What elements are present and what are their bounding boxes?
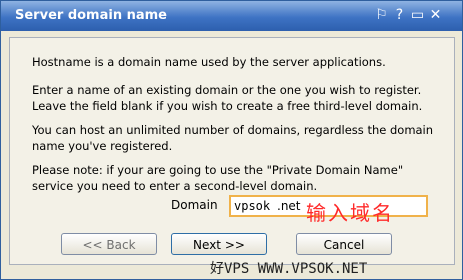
next-button[interactable]: Next >> — [171, 233, 267, 255]
domain-annotation: 输入域名 — [306, 201, 394, 225]
restore-icon[interactable]: ▭ — [409, 6, 426, 24]
close-icon[interactable]: ✕ — [427, 6, 444, 24]
pin-icon[interactable]: ⚐ — [373, 6, 390, 24]
private-domain-note: Please note: if your are going to use th… — [32, 163, 404, 193]
domain-suffix: .net — [277, 199, 301, 213]
dialog-title: Server domain name — [15, 8, 168, 23]
server-domain-dialog: Server domain name ⚐ ? ▭ ✕ Hostname is a… — [0, 0, 463, 280]
cancel-button[interactable]: Cancel — [296, 233, 392, 255]
unlimited-domains-note: You can host an unlimited number of doma… — [32, 123, 434, 153]
domain-instructions: Enter a name of an existing domain or th… — [32, 83, 423, 113]
back-button[interactable]: << Back — [61, 233, 157, 255]
hostname-description: Hostname is a domain name used by the se… — [32, 55, 386, 69]
watermark-text: 好VPS WWW.VPSOK.NET — [210, 261, 368, 277]
domain-input-value: vpsok — [234, 199, 271, 213]
dialog-content: Hostname is a domain name used by the se… — [9, 37, 455, 265]
dialog-titlebar[interactable]: Server domain name ⚐ ? ▭ ✕ — [1, 1, 462, 31]
help-icon[interactable]: ? — [391, 6, 408, 24]
domain-field-label: Domain — [171, 198, 218, 212]
